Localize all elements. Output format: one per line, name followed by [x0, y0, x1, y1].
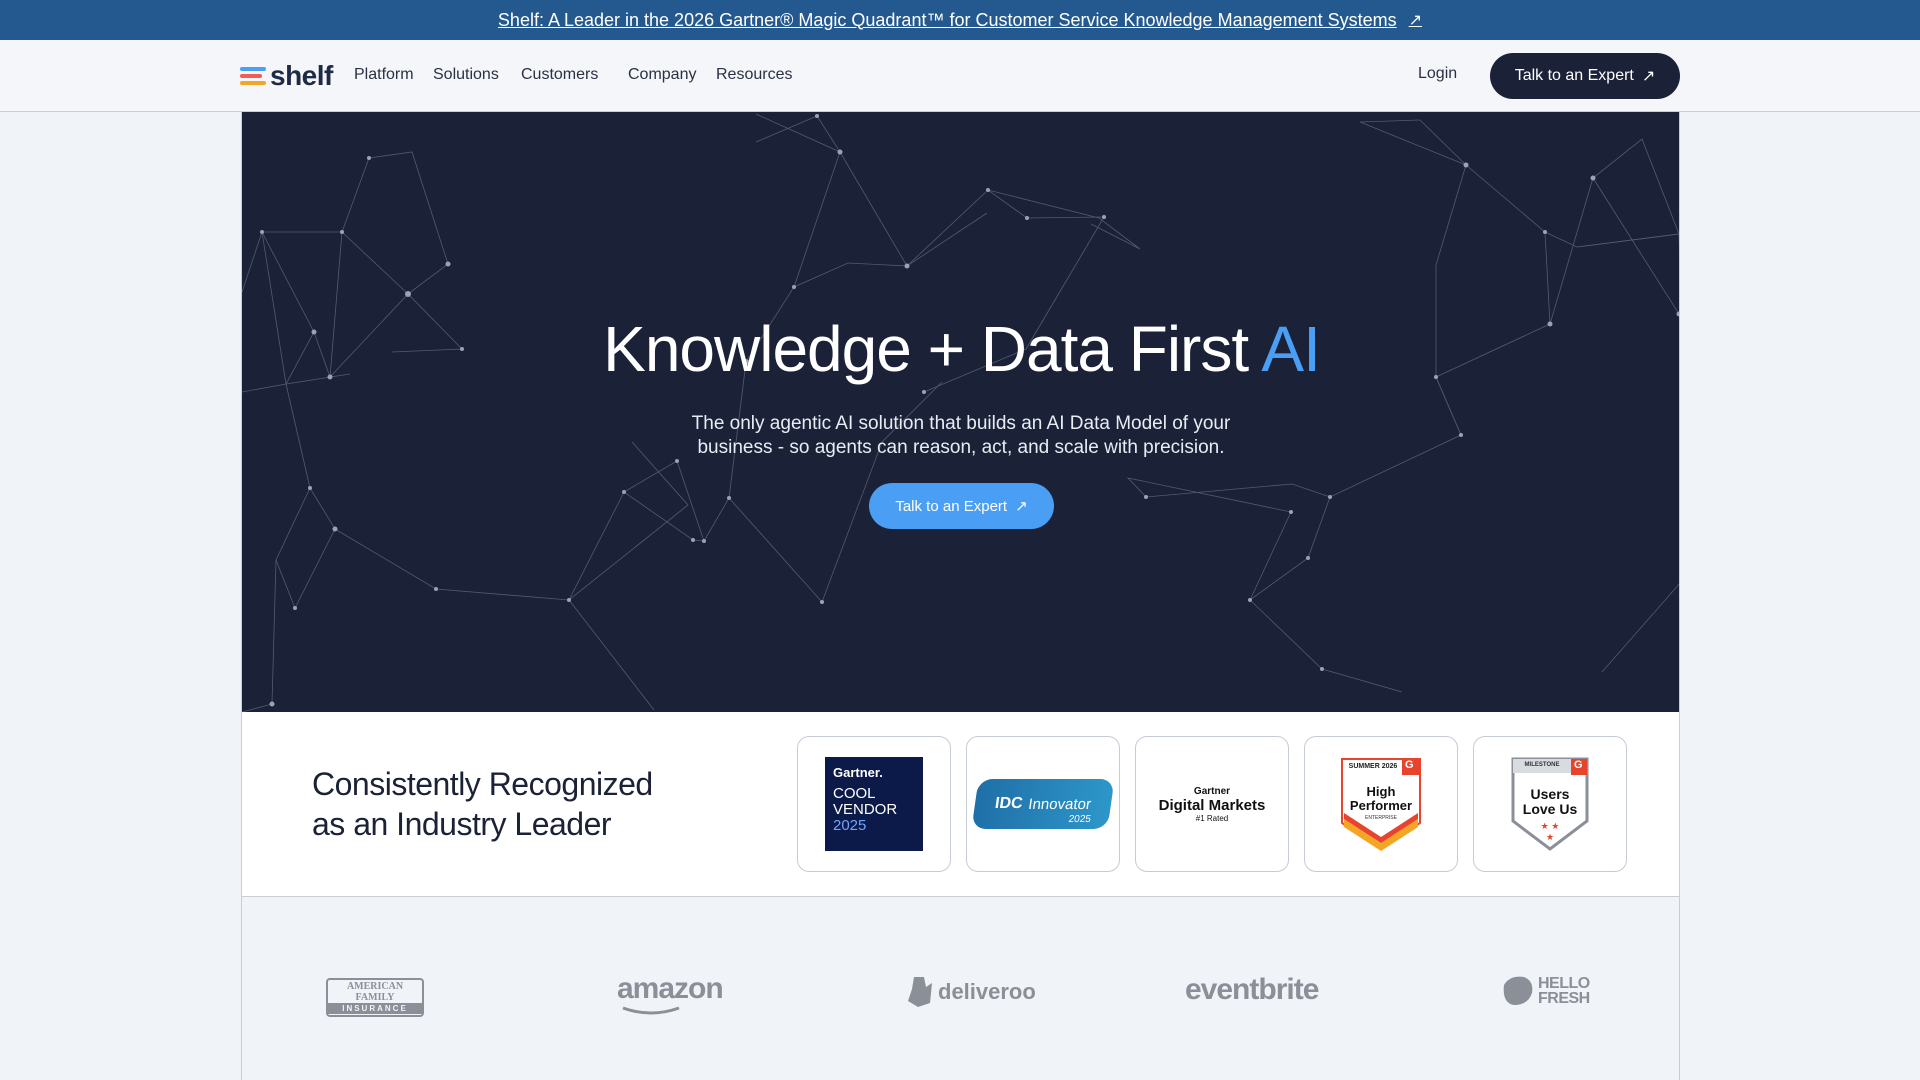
nav-item-resources[interactable]: Resources: [716, 66, 792, 84]
hero-title: Knowledge + Data First AI: [242, 312, 1679, 386]
nav-item-company[interactable]: Company: [628, 66, 696, 84]
g2-high-performer-logo: G SUMMER 2026 High Performer ENTERPRISE: [1340, 757, 1422, 851]
hellofresh-logo: HELLO FRESH: [1500, 975, 1590, 1007]
gartner-digital-markets-logo: Gartner Digital Markets #1 Rated: [1158, 785, 1266, 823]
american-family-insurance-logo: AMERICAN FAMILY INSURANCE: [326, 978, 424, 1017]
announcement-banner: Shelf: A Leader in the 2026 Gartner® Mag…: [0, 0, 1920, 40]
badge-g2-high-performer: G SUMMER 2026 High Performer ENTERPRISE: [1304, 736, 1458, 872]
hero-title-main: Knowledge + Data First: [603, 313, 1262, 385]
idc-innovator-logo: IDC Innovator 2025: [971, 779, 1115, 829]
stars-icon: ★ ★ ★: [1540, 821, 1560, 842]
badge-g2-users-love-us: G MILESTONE Users Love Us ★ ★ ★: [1473, 736, 1627, 872]
badge-gartner-digital-markets: Gartner Digital Markets #1 Rated: [1135, 736, 1289, 872]
logo-text: shelf: [270, 60, 333, 91]
lime-icon: [1503, 976, 1533, 1005]
hero-subtitle: The only agentic AI solution that builds…: [691, 413, 1231, 458]
hero-title-accent: AI: [1261, 313, 1320, 385]
talk-to-expert-hero-button[interactable]: Talk to an Expert ↗: [869, 483, 1054, 529]
nav-item-platform[interactable]: Platform: [354, 66, 414, 84]
customer-logos-section: AMERICAN FAMILY INSURANCE amazon deliver…: [241, 897, 1680, 1080]
gartner-cool-vendor-logo: Gartner. COOL VENDOR 2025: [825, 757, 923, 851]
announcement-text: Shelf: A Leader in the 2026 Gartner® Mag…: [497, 9, 1397, 30]
deliveroo-logo: deliveroo: [906, 977, 1036, 1007]
badge-gartner-cool-vendor: Gartner. COOL VENDOR 2025: [797, 736, 951, 872]
external-arrow-icon: ↗: [1641, 68, 1656, 85]
g2-icon: G: [1574, 759, 1583, 771]
g2-icon: G: [1405, 759, 1414, 771]
announcement-link[interactable]: Shelf: A Leader in the 2026 Gartner® Mag…: [498, 10, 1422, 31]
kangaroo-icon: [908, 977, 932, 1007]
amazon-logo: amazon: [617, 972, 724, 1015]
nav-item-customers[interactable]: Customers: [521, 66, 598, 84]
recognition-section: Consistently Recognized as an Industry L…: [241, 712, 1680, 897]
badge-idc-innovator: IDC Innovator 2025: [966, 736, 1120, 872]
eventbrite-logo: eventbrite: [1185, 973, 1319, 1006]
recognition-title: Consistently Recognized as an Industry L…: [312, 766, 653, 842]
hero-cta-label: Talk to an Expert: [895, 497, 1008, 515]
nav-item-solutions[interactable]: Solutions: [433, 66, 499, 84]
hero-section: Knowledge + Data First AI The only agent…: [241, 112, 1680, 712]
external-arrow-icon: ↗: [1408, 12, 1423, 29]
logo-mark-icon: [240, 67, 266, 85]
login-link[interactable]: Login: [1418, 65, 1457, 83]
main-nav: shelf Platform Solutions Customers Compa…: [0, 40, 1920, 112]
talk-to-expert-nav-button[interactable]: Talk to an Expert ↗: [1490, 53, 1680, 99]
g2-users-love-us-logo: G MILESTONE Users Love Us ★ ★ ★: [1509, 757, 1591, 851]
shelf-logo[interactable]: shelf: [240, 62, 333, 90]
nav-cta-label: Talk to an Expert: [1514, 67, 1634, 84]
external-arrow-icon: ↗: [1015, 498, 1028, 515]
